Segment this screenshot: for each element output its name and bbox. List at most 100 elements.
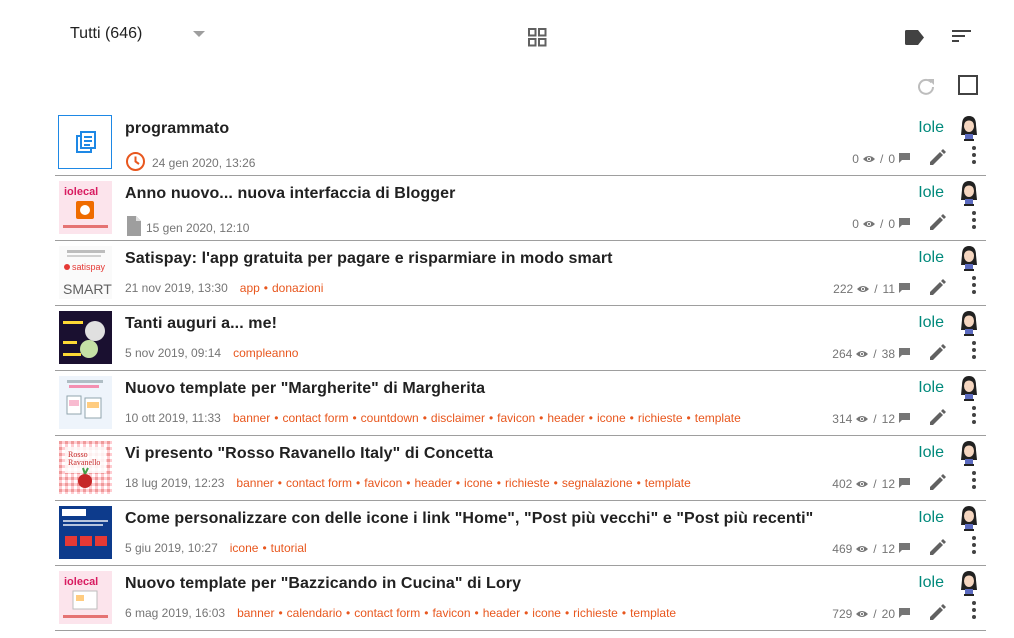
edit-icon[interactable] [928, 147, 948, 172]
post-author[interactable]: Iole [918, 314, 944, 332]
more-vert-icon[interactable] [972, 211, 976, 234]
post-title[interactable]: Anno nuovo... nuova interfaccia di Blogg… [125, 185, 455, 203]
label-separator: • [262, 541, 267, 555]
post-author[interactable]: Iole [918, 379, 944, 397]
post-row[interactable]: programmato 24 gen 2020, 13:26 Iole 0 / … [55, 111, 986, 176]
post-label[interactable]: icone [230, 541, 259, 555]
avatar[interactable] [958, 115, 980, 141]
post-label[interactable]: icone [597, 411, 626, 425]
label-separator: • [496, 476, 501, 490]
edit-icon[interactable] [928, 602, 948, 627]
avatar[interactable] [958, 180, 980, 206]
post-author[interactable]: Iole [918, 249, 944, 267]
post-label[interactable]: header [483, 606, 520, 620]
post-row[interactable]: Rosso Ravanello Vi presento "Rosso Ravan… [55, 436, 986, 501]
label-separator: • [277, 476, 282, 490]
eye-icon [856, 477, 869, 491]
post-label[interactable]: template [645, 476, 691, 490]
eye-icon [856, 412, 869, 426]
label-separator: • [352, 411, 357, 425]
post-title[interactable]: Come personalizzare con delle icone i li… [125, 510, 813, 528]
eye-icon [857, 282, 870, 296]
edit-icon[interactable] [928, 472, 948, 497]
edit-icon[interactable] [928, 537, 948, 562]
post-label[interactable]: favicon [432, 606, 470, 620]
post-label[interactable]: segnalazione [562, 476, 633, 490]
post-label[interactable]: icone [464, 476, 493, 490]
more-vert-icon[interactable] [972, 341, 976, 364]
post-row[interactable]: satispay SMART Satispay: l'app gratuita … [55, 241, 986, 306]
post-label[interactable]: template [630, 606, 676, 620]
post-label[interactable]: richieste [505, 476, 550, 490]
post-row[interactable]: Nuovo template per "Margherite" di Margh… [55, 371, 986, 436]
more-vert-icon[interactable] [972, 536, 976, 559]
post-thumbnail: Rosso Ravanello [59, 441, 112, 494]
edit-icon[interactable] [928, 342, 948, 367]
post-label[interactable]: compleanno [233, 346, 298, 360]
post-label[interactable]: richieste [573, 606, 618, 620]
post-title[interactable]: Nuovo template per "Bazzicando in Cucina… [125, 575, 521, 593]
edit-icon[interactable] [928, 212, 948, 237]
more-vert-icon[interactable] [972, 146, 976, 169]
post-author[interactable]: Iole [918, 574, 944, 592]
post-labels: banner • calendario • contact form • favicon • h… [237, 606, 676, 620]
post-label[interactable]: donazioni [272, 281, 323, 295]
post-title[interactable]: programmato [125, 120, 229, 138]
chevron-down-icon[interactable] [193, 31, 205, 37]
post-label[interactable]: banner [233, 411, 270, 425]
sort-icon[interactable] [952, 29, 971, 43]
more-vert-icon[interactable] [972, 406, 976, 429]
post-author[interactable]: Iole [918, 509, 944, 527]
post-label[interactable]: tutorial [271, 541, 307, 555]
post-label[interactable]: header [547, 411, 584, 425]
post-label[interactable]: icone [532, 606, 561, 620]
post-row[interactable]: iolecal Anno nuovo... nuova interfaccia … [55, 176, 986, 241]
post-label[interactable]: banner [237, 606, 274, 620]
edit-icon[interactable] [928, 407, 948, 432]
avatar[interactable] [958, 245, 980, 271]
post-label[interactable]: richieste [638, 411, 683, 425]
post-author[interactable]: Iole [918, 444, 944, 462]
post-label[interactable]: favicon [364, 476, 402, 490]
avatar[interactable] [958, 375, 980, 401]
post-filter-dropdown[interactable]: Tutti (646) [70, 25, 142, 43]
post-label[interactable]: contact form [286, 476, 352, 490]
select-all-checkbox[interactable] [958, 75, 978, 95]
avatar[interactable] [958, 310, 980, 336]
post-title[interactable]: Satispay: l'app gratuita per pagare e ri… [125, 250, 613, 268]
post-label[interactable]: template [695, 411, 741, 425]
post-label[interactable]: calendario [287, 606, 342, 620]
post-title[interactable]: Vi presento "Rosso Ravanello Italy" di C… [125, 445, 493, 463]
label-icon[interactable] [904, 30, 924, 45]
more-vert-icon[interactable] [972, 276, 976, 299]
post-title[interactable]: Nuovo template per "Margherite" di Margh… [125, 380, 485, 398]
post-row[interactable]: Tanti auguri a... me! 5 nov 2019, 09:14 … [55, 306, 986, 371]
view-count: 264 [832, 347, 853, 361]
avatar[interactable] [958, 440, 980, 466]
post-label[interactable]: favicon [497, 411, 535, 425]
label-separator: • [424, 606, 429, 620]
post-label[interactable]: disclaimer [431, 411, 485, 425]
post-row[interactable]: Come personalizzare con delle icone i li… [55, 501, 986, 566]
avatar[interactable] [958, 570, 980, 596]
post-title[interactable]: Tanti auguri a... me! [125, 315, 277, 333]
post-stats: 0 / 0 [852, 217, 910, 231]
post-author[interactable]: Iole [918, 119, 944, 137]
label-separator: • [263, 281, 268, 295]
post-row[interactable]: iolecal Nuovo template per "Bazzicando i… [55, 566, 986, 631]
label-separator: • [621, 606, 627, 620]
more-vert-icon[interactable] [972, 601, 976, 624]
post-label[interactable]: banner [236, 476, 273, 490]
grid-view-icon[interactable] [528, 28, 547, 47]
post-label[interactable]: app [240, 281, 260, 295]
post-label[interactable]: header [414, 476, 451, 490]
more-vert-icon[interactable] [972, 471, 976, 494]
post-author[interactable]: Iole [918, 184, 944, 202]
edit-icon[interactable] [928, 277, 948, 302]
post-meta: 21 nov 2019, 13:30 app • donazioni [125, 281, 323, 295]
avatar[interactable] [958, 505, 980, 531]
refresh-icon[interactable] [917, 78, 935, 96]
post-label[interactable]: contact form [282, 411, 348, 425]
post-label[interactable]: contact form [354, 606, 420, 620]
post-label[interactable]: countdown [361, 411, 419, 425]
